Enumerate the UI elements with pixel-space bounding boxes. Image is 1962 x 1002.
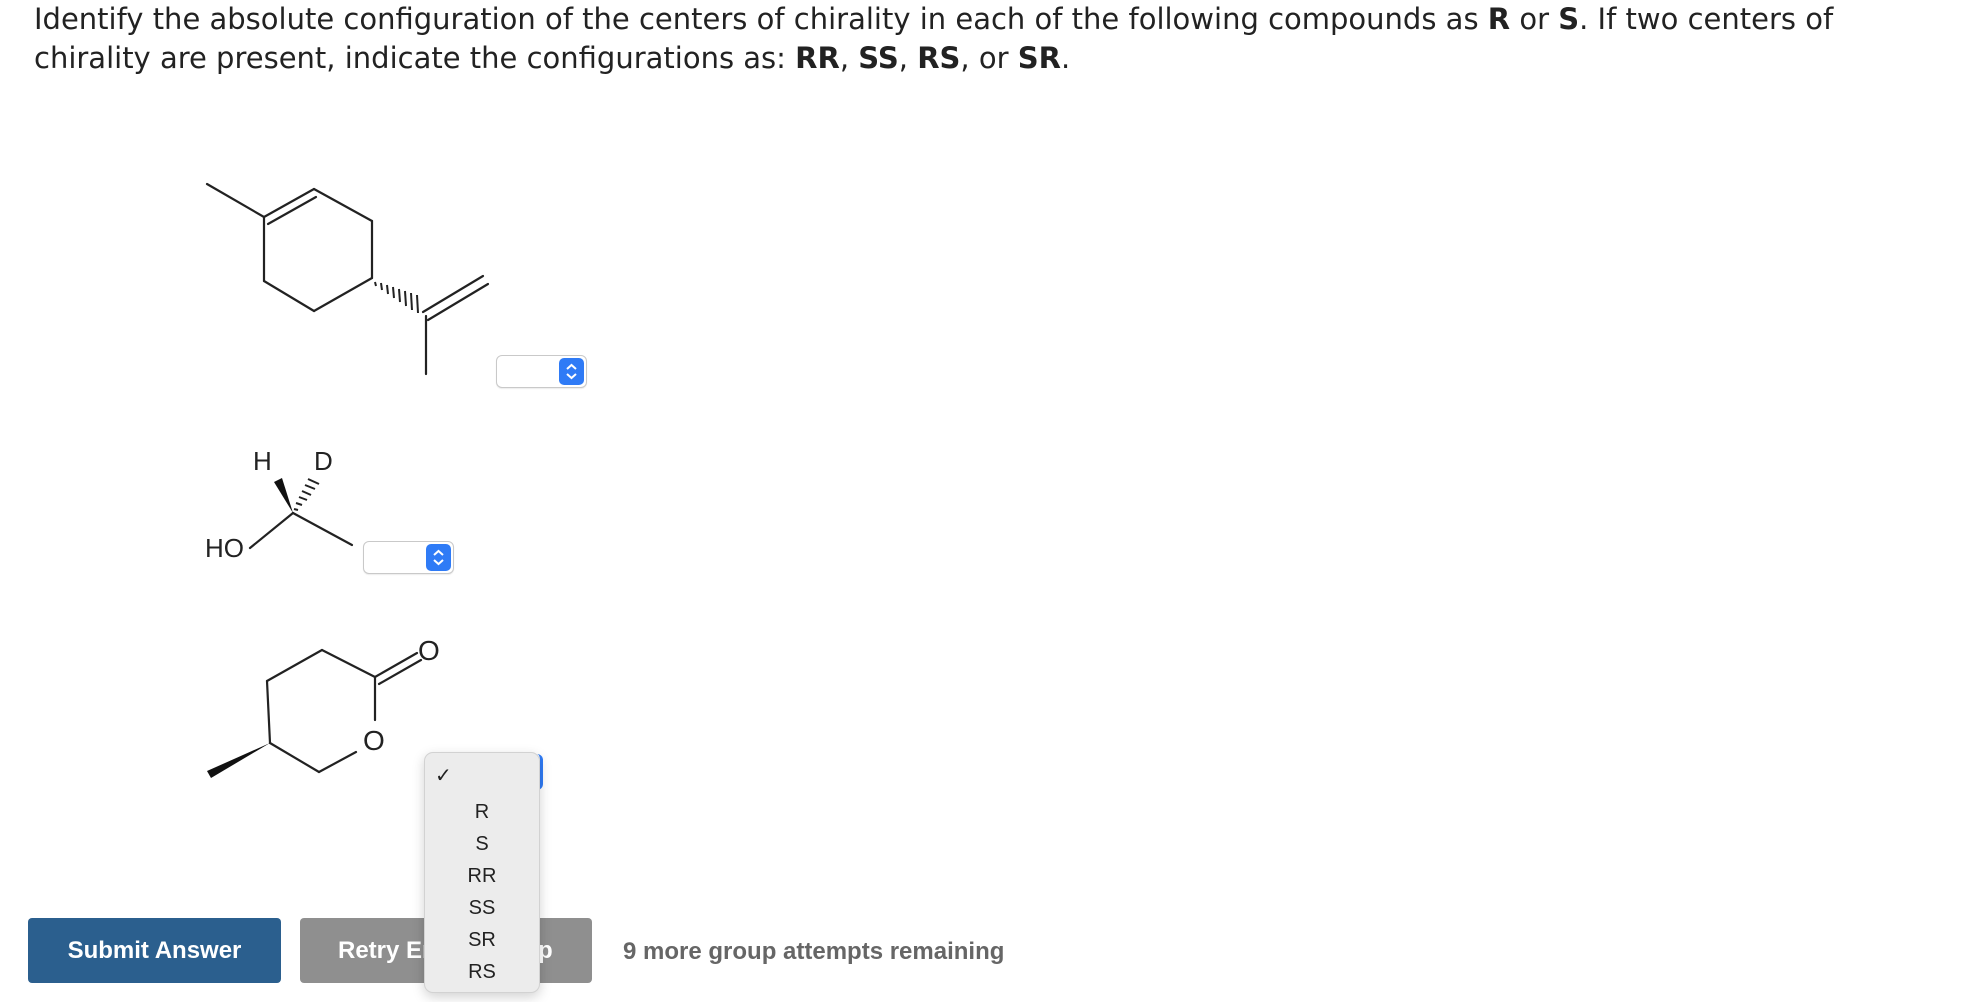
- attempts-remaining-text: 9 more group attempts remaining: [623, 938, 1005, 965]
- question-S: S: [1558, 2, 1580, 36]
- question-SS: SS: [858, 41, 899, 75]
- molecule-1-select[interactable]: [496, 355, 587, 388]
- dropdown-option-S[interactable]: S: [425, 829, 539, 859]
- dropdown-option-R[interactable]: R: [425, 797, 539, 827]
- question-sep3: , or: [960, 41, 1018, 75]
- mol3-carbonyl-O-label: O: [418, 635, 440, 666]
- dropdown-option-SS[interactable]: SS: [425, 893, 539, 923]
- question-end: .: [1060, 41, 1071, 75]
- configuration-dropdown-menu[interactable]: ✓ R S RR SS SR RS: [424, 752, 540, 993]
- dropdown-option-RS[interactable]: RS: [425, 957, 539, 987]
- question-sep1: ,: [839, 41, 859, 75]
- dropdown-option-RR[interactable]: RR: [425, 861, 539, 891]
- checkmark-icon: ✓: [435, 765, 452, 787]
- question-sep2: ,: [898, 41, 918, 75]
- mol3-ring-O-label: O: [363, 725, 385, 756]
- dropdown-option-SR[interactable]: SR: [425, 925, 539, 955]
- question-SR: SR: [1017, 41, 1061, 75]
- question-or: or: [1510, 2, 1559, 36]
- question-RR: RR: [795, 41, 840, 75]
- solid-wedge-icon: [207, 743, 270, 778]
- submit-answer-button[interactable]: Submit Answer: [28, 918, 281, 983]
- question-RS: RS: [917, 41, 961, 75]
- question-R: R: [1487, 2, 1511, 36]
- select-arrows-icon: [559, 358, 584, 385]
- molecule-3-structure: O O: [207, 635, 440, 778]
